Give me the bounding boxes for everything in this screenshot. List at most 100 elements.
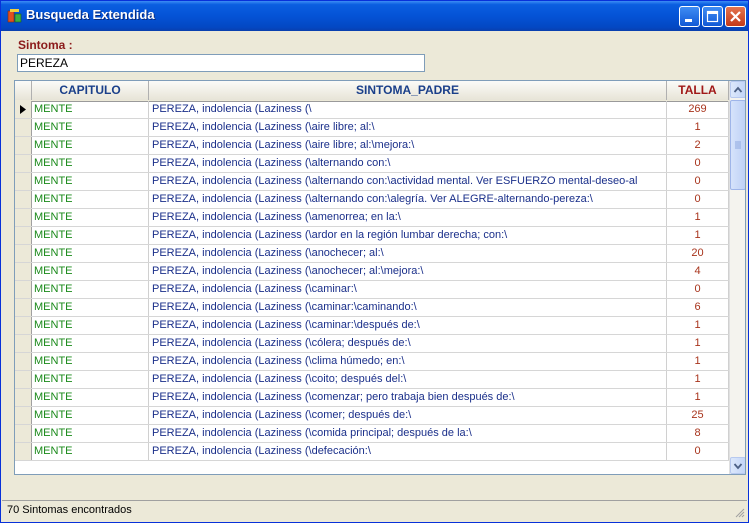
table-row[interactable]: MENTE PEREZA, indolencia (Laziness (\alte… [15, 155, 729, 173]
cell-talla[interactable]: 4 [667, 263, 729, 280]
cell-talla[interactable]: 0 [667, 173, 729, 190]
cell-talla[interactable]: 0 [667, 191, 729, 208]
close-button[interactable] [725, 6, 746, 27]
row-indicator[interactable] [15, 281, 32, 298]
row-indicator[interactable] [15, 137, 32, 154]
table-row[interactable]: MENTE PEREZA, indolencia (Laziness (\defe… [15, 443, 729, 461]
cell-capitulo[interactable]: MENTE [32, 335, 149, 352]
cell-sintoma-padre[interactable]: PEREZA, indolencia (Laziness (\defecació… [149, 443, 667, 460]
row-indicator[interactable] [15, 371, 32, 388]
table-row[interactable]: MENTE PEREZA, indolencia (Laziness (\cóle… [15, 335, 729, 353]
cell-capitulo[interactable]: MENTE [32, 371, 149, 388]
cell-sintoma-padre[interactable]: PEREZA, indolencia (Laziness (\caminar:\ [149, 281, 667, 298]
cell-sintoma-padre[interactable]: PEREZA, indolencia (Laziness (\alternand… [149, 155, 667, 172]
table-row[interactable]: MENTE PEREZA, indolencia (Laziness (\coit… [15, 371, 729, 389]
cell-capitulo[interactable]: MENTE [32, 443, 149, 460]
row-indicator[interactable] [15, 389, 32, 406]
cell-capitulo[interactable]: MENTE [32, 227, 149, 244]
results-grid[interactable]: CAPITULO SINTOMA_PADRE TALLA MENTE PEREZA… [14, 80, 746, 475]
cell-sintoma-padre[interactable]: PEREZA, indolencia (Laziness (\coito; de… [149, 371, 667, 388]
cell-sintoma-padre[interactable]: PEREZA, indolencia (Laziness (\alternand… [149, 173, 667, 190]
cell-talla[interactable]: 2 [667, 137, 729, 154]
cell-talla[interactable]: 269 [667, 101, 729, 118]
table-row[interactable]: MENTE PEREZA, indolencia (Laziness (\come… [15, 407, 729, 425]
table-row[interactable]: MENTE PEREZA, indolencia (Laziness (\comi… [15, 425, 729, 443]
cell-sintoma-padre[interactable]: PEREZA, indolencia (Laziness (\aire libr… [149, 119, 667, 136]
minimize-button[interactable] [679, 6, 700, 27]
header-sintoma-padre[interactable]: SINTOMA_PADRE [149, 81, 667, 100]
cell-capitulo[interactable]: MENTE [32, 155, 149, 172]
row-indicator[interactable] [15, 425, 32, 442]
scroll-thumb[interactable] [730, 100, 745, 190]
cell-capitulo[interactable]: MENTE [32, 317, 149, 334]
scroll-up-button[interactable] [730, 81, 745, 98]
table-row[interactable]: MENTE PEREZA, indolencia (Laziness (\cami… [15, 317, 729, 335]
cell-capitulo[interactable]: MENTE [32, 263, 149, 280]
resize-grip-icon[interactable] [735, 508, 745, 518]
cell-talla[interactable]: 1 [667, 119, 729, 136]
cell-talla[interactable]: 8 [667, 425, 729, 442]
cell-sintoma-padre[interactable]: PEREZA, indolencia (Laziness (\anochecer… [149, 263, 667, 280]
table-row[interactable]: MENTE PEREZA, indolencia (Laziness (\aire… [15, 119, 729, 137]
row-indicator[interactable] [15, 407, 32, 424]
cell-talla[interactable]: 0 [667, 155, 729, 172]
cell-capitulo[interactable]: MENTE [32, 101, 149, 118]
cell-sintoma-padre[interactable]: PEREZA, indolencia (Laziness (\ [149, 101, 667, 118]
table-row[interactable]: MENTE PEREZA, indolencia (Laziness (\clim… [15, 353, 729, 371]
cell-sintoma-padre[interactable]: PEREZA, indolencia (Laziness (\aire libr… [149, 137, 667, 154]
cell-talla[interactable]: 1 [667, 209, 729, 226]
row-indicator[interactable] [15, 101, 32, 118]
cell-talla[interactable]: 6 [667, 299, 729, 316]
cell-sintoma-padre[interactable]: PEREZA, indolencia (Laziness (\clima húm… [149, 353, 667, 370]
row-indicator[interactable] [15, 263, 32, 280]
cell-sintoma-padre[interactable]: PEREZA, indolencia (Laziness (\amenorrea… [149, 209, 667, 226]
cell-talla[interactable]: 1 [667, 317, 729, 334]
table-row[interactable]: MENTE PEREZA, indolencia (Laziness (\come… [15, 389, 729, 407]
title-bar[interactable]: Busqueda Extendida [1, 1, 748, 31]
sintoma-input[interactable] [17, 54, 425, 72]
cell-talla[interactable]: 0 [667, 443, 729, 460]
cell-sintoma-padre[interactable]: PEREZA, indolencia (Laziness (\ardor en … [149, 227, 667, 244]
cell-capitulo[interactable]: MENTE [32, 425, 149, 442]
cell-sintoma-padre[interactable]: PEREZA, indolencia (Laziness (\comer; de… [149, 407, 667, 424]
table-row[interactable]: MENTE PEREZA, indolencia (Laziness (\cami… [15, 299, 729, 317]
cell-talla[interactable]: 1 [667, 353, 729, 370]
cell-capitulo[interactable]: MENTE [32, 281, 149, 298]
cell-sintoma-padre[interactable]: PEREZA, indolencia (Laziness (\caminar:\… [149, 317, 667, 334]
cell-sintoma-padre[interactable]: PEREZA, indolencia (Laziness (\comida pr… [149, 425, 667, 442]
cell-sintoma-padre[interactable]: PEREZA, indolencia (Laziness (\caminar:\… [149, 299, 667, 316]
table-row[interactable]: MENTE PEREZA, indolencia (Laziness (\ 269 [15, 101, 729, 119]
cell-capitulo[interactable]: MENTE [32, 389, 149, 406]
cell-capitulo[interactable]: MENTE [32, 173, 149, 190]
header-capitulo[interactable]: CAPITULO [32, 81, 149, 100]
cell-capitulo[interactable]: MENTE [32, 245, 149, 262]
cell-capitulo[interactable]: MENTE [32, 191, 149, 208]
cell-sintoma-padre[interactable]: PEREZA, indolencia (Laziness (\alternand… [149, 191, 667, 208]
row-indicator[interactable] [15, 443, 32, 460]
table-row[interactable]: MENTE PEREZA, indolencia (Laziness (\aire… [15, 137, 729, 155]
row-indicator[interactable] [15, 155, 32, 172]
header-talla[interactable]: TALLA [667, 81, 729, 100]
maximize-button[interactable] [702, 6, 723, 27]
cell-capitulo[interactable]: MENTE [32, 209, 149, 226]
table-row[interactable]: MENTE PEREZA, indolencia (Laziness (\amen… [15, 209, 729, 227]
table-row[interactable]: MENTE PEREZA, indolencia (Laziness (\alte… [15, 173, 729, 191]
row-indicator[interactable] [15, 245, 32, 262]
cell-talla[interactable]: 25 [667, 407, 729, 424]
row-indicator[interactable] [15, 353, 32, 370]
row-indicator[interactable] [15, 209, 32, 226]
cell-capitulo[interactable]: MENTE [32, 407, 149, 424]
cell-sintoma-padre[interactable]: PEREZA, indolencia (Laziness (\anochecer… [149, 245, 667, 262]
cell-capitulo[interactable]: MENTE [32, 299, 149, 316]
vertical-scrollbar[interactable] [729, 81, 745, 474]
cell-sintoma-padre[interactable]: PEREZA, indolencia (Laziness (\cólera; d… [149, 335, 667, 352]
row-indicator[interactable] [15, 191, 32, 208]
cell-sintoma-padre[interactable]: PEREZA, indolencia (Laziness (\comenzar;… [149, 389, 667, 406]
scroll-down-button[interactable] [730, 457, 745, 474]
cell-capitulo[interactable]: MENTE [32, 137, 149, 154]
cell-talla[interactable]: 1 [667, 371, 729, 388]
cell-talla[interactable]: 0 [667, 281, 729, 298]
table-row[interactable]: MENTE PEREZA, indolencia (Laziness (\ardo… [15, 227, 729, 245]
cell-capitulo[interactable]: MENTE [32, 119, 149, 136]
cell-talla[interactable]: 1 [667, 389, 729, 406]
